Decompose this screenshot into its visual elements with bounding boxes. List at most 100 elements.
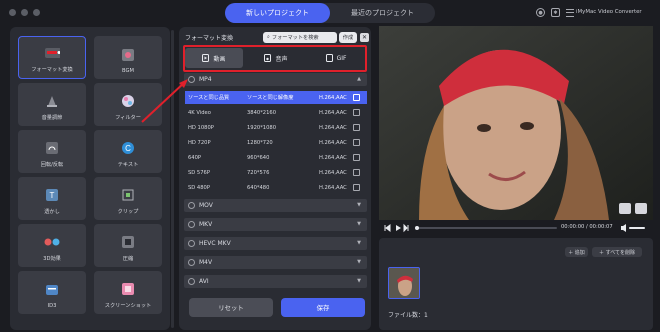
tool-label: 音量調節 [41, 115, 63, 121]
group-m4v[interactable]: M4V ▼ [184, 256, 367, 269]
format-panel: フォーマット変換 ⌕ フォーマットを検索 作成 ✕ 動画 音声 GIF MP4 … [179, 27, 371, 330]
search-icon: ⌕ [267, 34, 270, 40]
format-search-input[interactable]: ⌕ フォーマットを検索 [263, 32, 337, 43]
format-row[interactable]: HD 1080P 1920*1080 H.264,AAC [185, 121, 367, 134]
window-controls [9, 9, 40, 16]
format-row[interactable]: SD 480P 640*480 H.264,AAC [185, 181, 367, 194]
maximize-window-button[interactable] [33, 9, 40, 16]
group-mp4[interactable]: MP4 ▲ [184, 73, 367, 86]
chevron-down-icon: ▼ [357, 202, 361, 208]
time-display: 00:00:00 / 00:00:07 [561, 224, 613, 230]
tool-label: 3D効果 [43, 256, 61, 262]
clip-icon [120, 188, 136, 202]
tool-filter[interactable]: フィルター [94, 83, 162, 126]
format-group-icon [188, 278, 195, 285]
row-name: HD 720P [188, 139, 211, 146]
format-row[interactable]: SD 576P 720*576 H.264,AAC [185, 166, 367, 179]
app-name: iMyMac Video Converter [576, 9, 642, 15]
file-thumbnail[interactable] [388, 267, 420, 299]
add-file-button[interactable]: ＋ 追加 [565, 247, 588, 257]
row-resolution: ソースと同じ解像度 [247, 95, 294, 101]
titlebar-icons: ● ✱ [536, 8, 574, 17]
save-button[interactable]: 保存 [281, 298, 365, 317]
format-convert-icon [44, 46, 60, 60]
highlight-box [183, 45, 367, 72]
row-resolution: 720*576 [247, 169, 270, 176]
tools-panel: フォーマット変換 BGM 音量調節 フィルター 回転/反転 C テキスト T 透 [10, 27, 170, 330]
tool-3d[interactable]: 3D効果 [18, 224, 86, 267]
tool-label: スクリーンショット [104, 303, 152, 309]
tool-label: テキスト [117, 162, 139, 168]
minimize-window-button[interactable] [21, 9, 28, 16]
chevron-up-icon: ▲ [357, 76, 361, 82]
tab-recent-projects[interactable]: 最近のプロジェクト [330, 3, 435, 23]
group-mkv[interactable]: MKV ▼ [184, 218, 367, 231]
tool-id3[interactable]: ID3 [18, 271, 86, 314]
tab-new-project[interactable]: 新しいプロジェクト [225, 3, 330, 23]
camera-icon[interactable] [619, 203, 631, 214]
gear-icon[interactable]: ✱ [551, 8, 560, 17]
volume-icon [44, 94, 60, 108]
group-avi[interactable]: AVI ▼ [184, 275, 367, 288]
tool-label: 回転/反転 [40, 162, 64, 168]
text-icon: C [120, 141, 136, 155]
tool-compress[interactable]: 圧縮 [94, 224, 162, 267]
format-group-icon [188, 259, 195, 266]
delete-all-button[interactable]: ＋ すべてを削除 [592, 247, 642, 257]
row-name: SD 576P [188, 169, 210, 176]
folder-icon[interactable] [635, 203, 647, 214]
edit-icon[interactable] [353, 184, 360, 191]
tool-bgm[interactable]: BGM [94, 36, 162, 79]
row-codec: H.264,AAC [319, 94, 347, 101]
tool-label: ID3 [47, 303, 57, 309]
close-icon[interactable]: ✕ [360, 33, 369, 42]
edit-icon[interactable] [353, 109, 360, 116]
tool-screenshot[interactable]: スクリーンショット [94, 271, 162, 314]
edit-icon[interactable] [353, 154, 360, 161]
tool-format-convert[interactable]: フォーマット変換 [18, 36, 86, 79]
tool-watermark[interactable]: T 透かし [18, 177, 86, 220]
format-row[interactable]: 4K Video 3840*2160 H.264,AAC [185, 106, 367, 119]
tool-volume[interactable]: 音量調節 [18, 83, 86, 126]
group-label: MKV [199, 221, 213, 228]
account-icon[interactable]: ● [536, 8, 545, 17]
tool-rotate[interactable]: 回転/反転 [18, 130, 86, 173]
row-name: HD 1080P [188, 124, 214, 131]
format-group-icon [188, 240, 195, 247]
create-button[interactable]: 作成 [339, 32, 357, 43]
close-window-button[interactable] [9, 9, 16, 16]
row-name: 4K Video [188, 109, 211, 116]
edit-icon[interactable] [353, 94, 360, 101]
format-panel-title: フォーマット変換 [185, 35, 234, 42]
chevron-down-icon: ▼ [357, 221, 361, 227]
tool-label: BGM [122, 68, 134, 74]
group-label: HEVC MKV [199, 240, 231, 247]
group-hevc-mkv[interactable]: HEVC MKV ▼ [184, 237, 367, 250]
format-row[interactable]: 640P 960*640 H.264,AAC [185, 151, 367, 164]
row-codec: H.264,AAC [319, 124, 347, 131]
format-row[interactable]: ソースと同じ品質 ソースと同じ解像度 H.264,AAC [185, 91, 367, 104]
tool-clip[interactable]: クリップ [94, 177, 162, 220]
row-codec: H.264,AAC [319, 169, 347, 176]
tool-label: フィルター [115, 115, 141, 121]
chevron-down-icon: ▼ [357, 240, 361, 246]
row-resolution: 1920*1080 [247, 124, 276, 131]
format-row[interactable]: HD 720P 1280*720 H.264,AAC [185, 136, 367, 149]
video-preview[interactable] [379, 26, 653, 220]
edit-icon[interactable] [353, 169, 360, 176]
edit-icon[interactable] [353, 139, 360, 146]
tool-text[interactable]: C テキスト [94, 130, 162, 173]
group-mov[interactable]: MOV ▼ [184, 199, 367, 212]
title-bar: 新しいプロジェクト 最近のプロジェクト ● ✱ iMyMac Video Con… [0, 0, 660, 26]
compress-icon [120, 235, 136, 249]
row-codec: H.264,AAC [319, 184, 347, 191]
tool-label: 圧縮 [122, 256, 134, 262]
tools-scrollbar[interactable] [171, 30, 174, 328]
svg-text:C: C [125, 144, 131, 153]
reset-button[interactable]: リセット [189, 298, 273, 317]
edit-icon[interactable] [353, 124, 360, 131]
row-resolution: 960*640 [247, 154, 270, 161]
tool-label: クリップ [117, 209, 139, 215]
chevron-down-icon: ▼ [357, 259, 361, 265]
menu-icon[interactable] [566, 8, 574, 17]
